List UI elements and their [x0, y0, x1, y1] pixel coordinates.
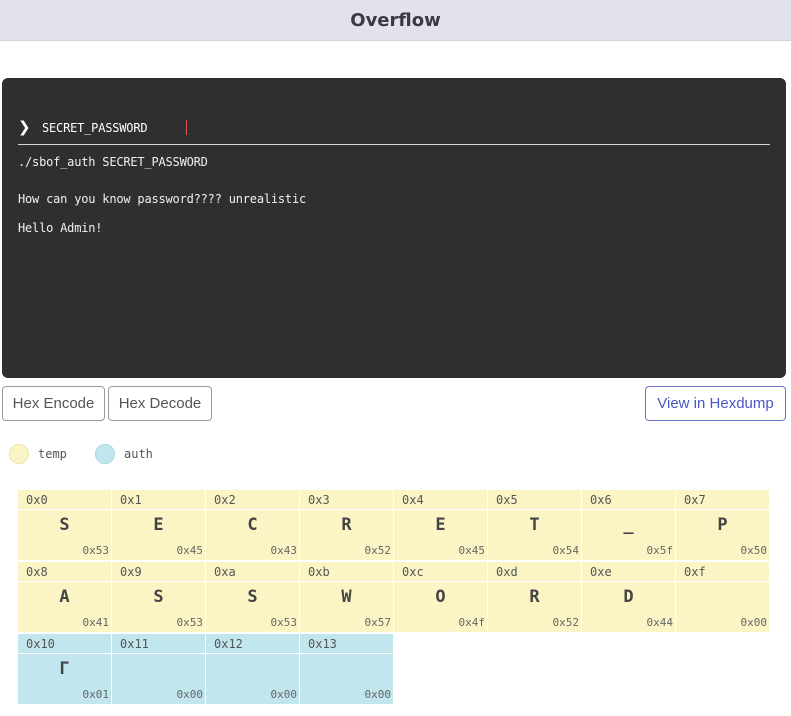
terminal: ❯ ./sbof_auth SECRET_PASSWORD How can yo…: [2, 78, 786, 378]
memory-char: S: [59, 515, 70, 535]
memory-cell: 0x8 A 0x41: [18, 562, 111, 632]
memory-cell: 0x10 Γ 0x01: [18, 634, 111, 704]
memory-address: 0xb: [300, 562, 393, 582]
legend-label: temp: [38, 447, 67, 461]
memory-address: 0x1: [112, 490, 205, 510]
memory-char: S: [247, 587, 258, 607]
memory-hex: 0x41: [82, 616, 110, 629]
view-in-hexdump-button[interactable]: View in Hexdump: [645, 386, 786, 421]
memory-cell: 0x6 _ 0x5f: [582, 490, 675, 560]
terminal-output-line: How can you know password???? unrealisti…: [18, 192, 307, 206]
memory-address: 0x6: [582, 490, 675, 510]
memory-address: 0x13: [300, 634, 393, 654]
memory-address: 0xc: [394, 562, 487, 582]
memory-hex: 0x44: [646, 616, 674, 629]
memory-char: Γ: [59, 659, 70, 679]
memory-cell: 0x1 E 0x45: [112, 490, 205, 560]
memory-hex: 0x52: [552, 616, 580, 629]
hex-decode-button[interactable]: Hex Decode: [108, 386, 212, 421]
title-bar: Overflow: [0, 0, 791, 41]
memory-address: 0x12: [206, 634, 299, 654]
memory-cell: 0x9 S 0x53: [112, 562, 205, 632]
memory-hex: 0x43: [270, 544, 298, 557]
memory-address: 0x11: [112, 634, 205, 654]
memory-address: 0xe: [582, 562, 675, 582]
memory-cell: 0xb W 0x57: [300, 562, 393, 632]
memory-hex: 0x00: [176, 688, 204, 701]
memory-cell: 0xc O 0x4f: [394, 562, 487, 632]
memory-address: 0x5: [488, 490, 581, 510]
memory-char: O: [435, 587, 446, 607]
memory-char: _: [623, 515, 634, 535]
memory-char: A: [59, 587, 70, 607]
memory-address: 0x9: [112, 562, 205, 582]
memory-char: P: [717, 515, 728, 535]
memory-hex: 0x53: [176, 616, 204, 629]
memory-hex: 0x00: [740, 616, 768, 629]
memory-cell: 0x11 0x00: [112, 634, 205, 704]
memory-char: S: [153, 587, 164, 607]
memory-cell: 0xa S 0x53: [206, 562, 299, 632]
terminal-output-line: Hello Admin!: [18, 221, 103, 235]
memory-address: 0x2: [206, 490, 299, 510]
memory-char: T: [529, 515, 540, 535]
memory-char: R: [341, 515, 352, 535]
memory-char: D: [623, 587, 634, 607]
chevron-right-icon: ❯: [18, 118, 31, 136]
memory-hex: 0x00: [270, 688, 298, 701]
auth-swatch: [95, 444, 115, 464]
memory-char: E: [435, 515, 446, 535]
memory-cell: 0x5 T 0x54: [488, 490, 581, 560]
memory-char: E: [153, 515, 164, 535]
memory-hex: 0x54: [552, 544, 580, 557]
memory-cell: 0x4 E 0x45: [394, 490, 487, 560]
memory-hex: 0x00: [364, 688, 392, 701]
memory-address: 0x8: [18, 562, 111, 582]
memory-address: 0x4: [394, 490, 487, 510]
memory-hex: 0x45: [176, 544, 204, 557]
terminal-output-line: ./sbof_auth SECRET_PASSWORD: [18, 155, 208, 169]
memory-cell: 0x12 0x00: [206, 634, 299, 704]
temp-swatch: [9, 444, 29, 464]
memory-address: 0xa: [206, 562, 299, 582]
memory-hex: 0x52: [364, 544, 392, 557]
memory-address: 0xf: [676, 562, 769, 582]
memory-cell: 0xd R 0x52: [488, 562, 581, 632]
memory-hex: 0x53: [82, 544, 110, 557]
memory-hex: 0x01: [82, 688, 110, 701]
memory-cell: 0x3 R 0x52: [300, 490, 393, 560]
memory-cell: 0x7 P 0x50: [676, 490, 769, 560]
memory-char: W: [341, 587, 352, 607]
memory-address: 0x10: [18, 634, 111, 654]
memory-address: 0x3: [300, 490, 393, 510]
memory-hex: 0x57: [364, 616, 392, 629]
prompt-row: ❯: [18, 116, 770, 145]
memory-hex: 0x53: [270, 616, 298, 629]
memory-hex: 0x5f: [646, 544, 674, 557]
memory-cell: 0x0 S 0x53: [18, 490, 111, 560]
memory-cell: 0xf 0x00: [676, 562, 769, 632]
hex-encode-button[interactable]: Hex Encode: [2, 386, 105, 421]
legend-label: auth: [124, 447, 153, 461]
app-title: Overflow: [350, 9, 441, 31]
memory-address: 0xd: [488, 562, 581, 582]
command-input[interactable]: [42, 116, 762, 140]
memory-address: 0x0: [18, 490, 111, 510]
memory-char: C: [247, 515, 258, 535]
memory-cell: 0xe D 0x44: [582, 562, 675, 632]
text-caret: [186, 120, 187, 135]
memory-hex: 0x45: [458, 544, 486, 557]
memory-hex: 0x50: [740, 544, 768, 557]
memory-char: R: [529, 587, 540, 607]
memory-cell: 0x2 C 0x43: [206, 490, 299, 560]
memory-hex: 0x4f: [458, 616, 486, 629]
memory-cell: 0x13 0x00: [300, 634, 393, 704]
memory-address: 0x7: [676, 490, 769, 510]
